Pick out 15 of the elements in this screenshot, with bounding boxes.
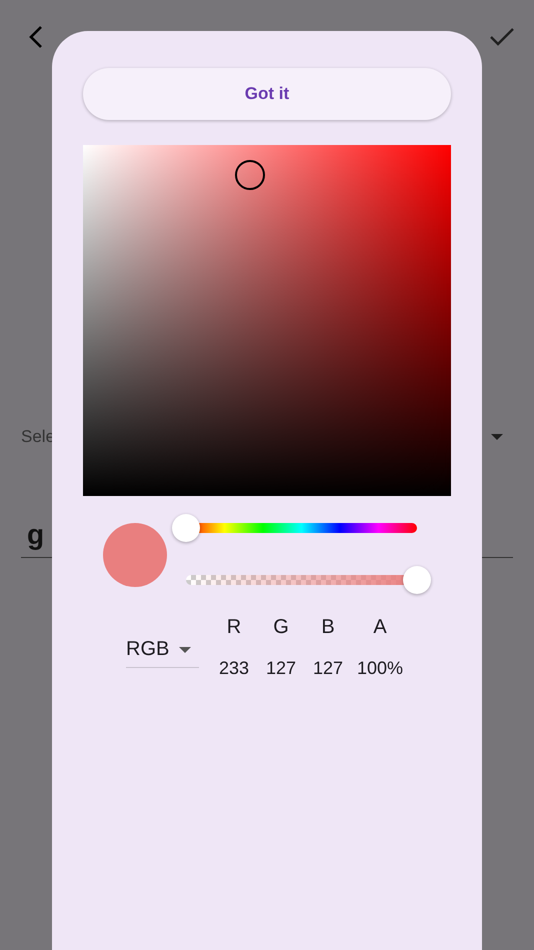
channel-value[interactable]: 127 — [266, 658, 296, 679]
text-field-value[interactable]: g — [27, 518, 44, 550]
caret-icon — [179, 646, 192, 652]
channel-label: A — [373, 616, 387, 639]
channel-label: G — [273, 616, 289, 639]
channel-value[interactable]: 100% — [356, 658, 404, 679]
color-area[interactable] — [83, 145, 451, 496]
channel-value[interactable]: 233 — [218, 658, 250, 679]
caret-icon[interactable] — [491, 434, 503, 440]
mode-dropdown[interactable]: RGB — [126, 632, 199, 668]
got-it-button[interactable]: Got it — [83, 68, 451, 120]
channel-label: R — [226, 616, 242, 639]
channel-value[interactable]: 127 — [312, 658, 344, 679]
picker-marker[interactable] — [235, 160, 266, 190]
channel-label: B — [321, 616, 335, 639]
